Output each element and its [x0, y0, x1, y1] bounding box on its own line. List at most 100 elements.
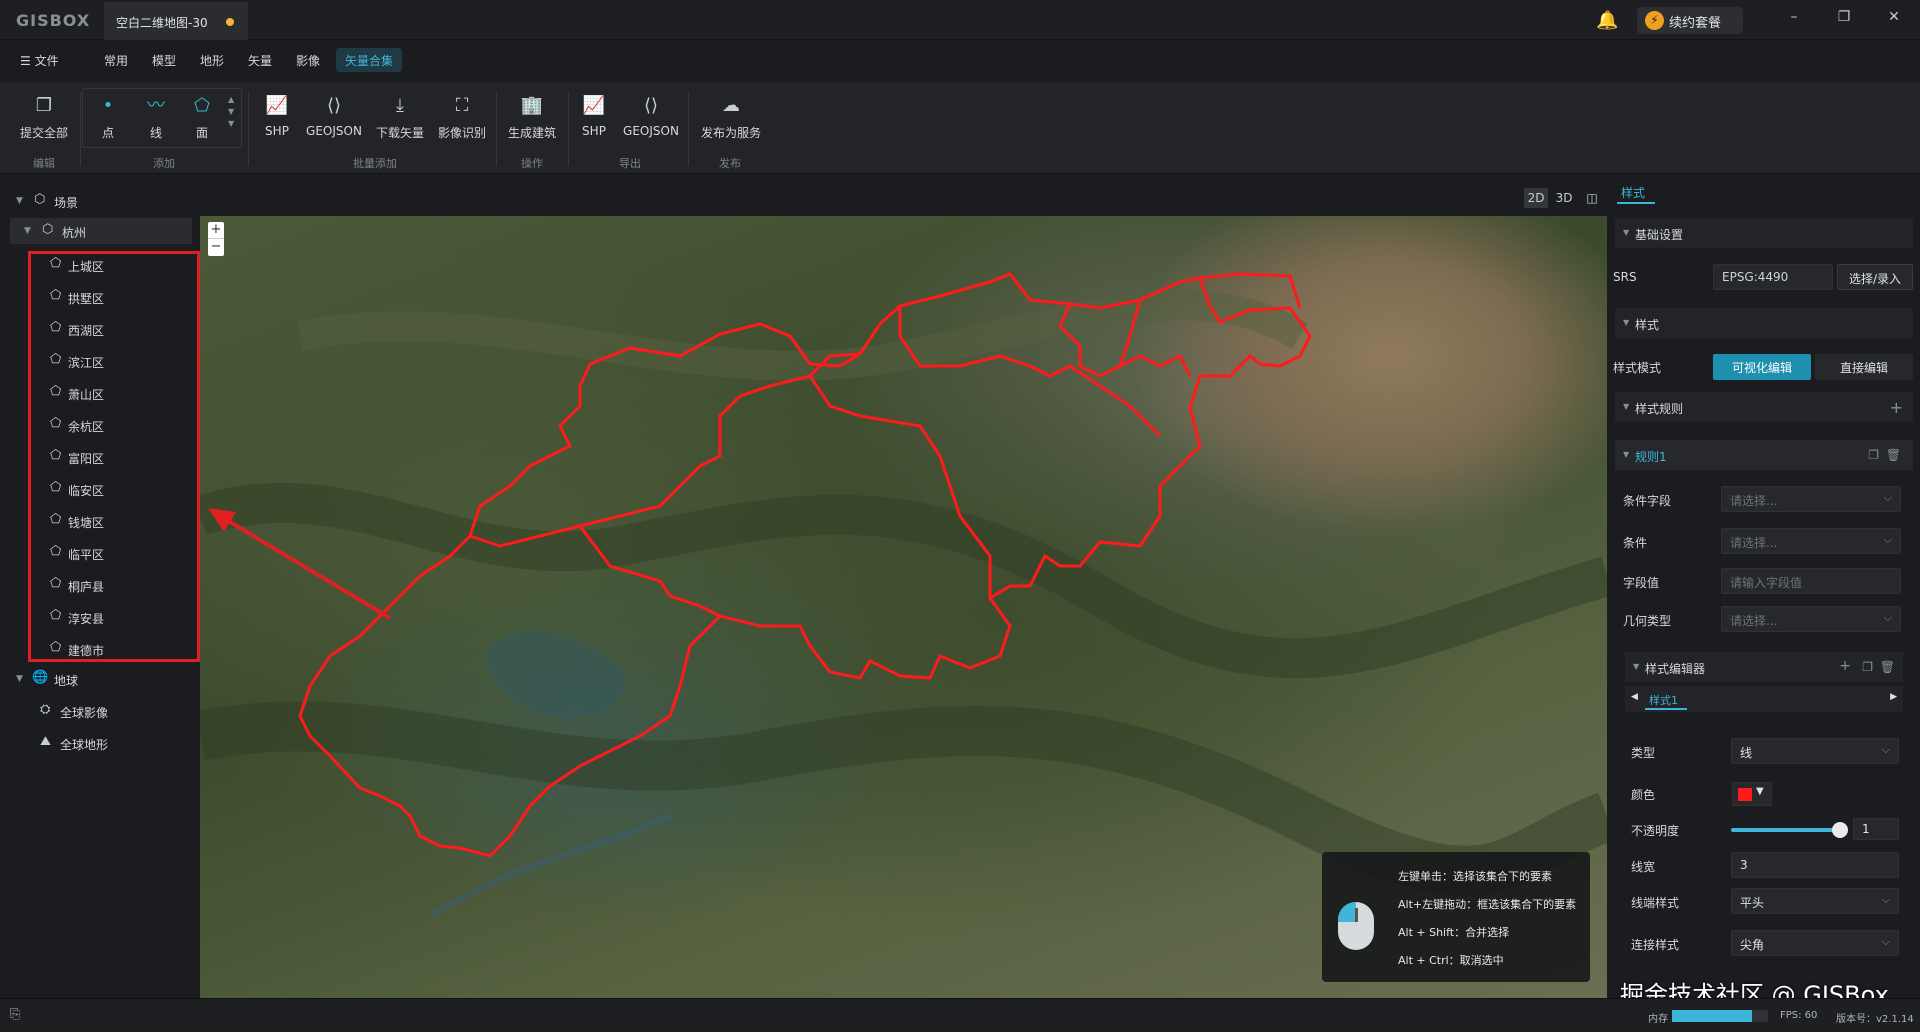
condition-label: 条件 — [1623, 536, 1648, 550]
style-panel: 样式 ▼ 基础设置 SRS EPSG:4490 选择/录入 ▼ 样式 样式模式 … — [1607, 174, 1920, 998]
ribbon-toolbar: ❐ 提交全部 编辑 • 点 〰 线 ⬠ 面 ▲ ▼ ▼ 添加 📈 SHP ⟨⟩ GE… — [0, 82, 1920, 174]
menu-image[interactable]: 影像 — [296, 52, 320, 69]
renew-plan-button[interactable]: ⚡ 续约套餐 — [1637, 7, 1743, 34]
style-tab-strip: ◀ 样式1 ▶ — [1625, 686, 1903, 712]
chart-file-icon: 📈 — [582, 95, 606, 116]
terrain-ridge — [200, 482, 1607, 679]
memory-label: 内存 — [1648, 1014, 1668, 1025]
caret-down-icon[interactable]: ▼ — [16, 196, 23, 206]
close-icon[interactable]: ✕ — [1884, 9, 1904, 29]
group-export-label: 导出 — [619, 157, 641, 170]
zoom-out-button[interactable]: − — [208, 239, 224, 256]
caret-down-icon[interactable]: ▼ — [24, 226, 31, 236]
scroll-left-icon[interactable]: ◀ — [1631, 692, 1638, 702]
publish-service-button[interactable]: ☁ 发布为服务 — [694, 94, 768, 141]
minimize-icon[interactable]: – — [1784, 9, 1804, 29]
cap-style-label: 线端样式 — [1631, 896, 1680, 910]
scroll-arrows-icon[interactable]: ▲ ▼ ▼ — [228, 94, 234, 130]
visual-edit-button[interactable]: 可视化编辑 — [1713, 354, 1811, 380]
section-basic-settings[interactable]: ▼ 基础设置 — [1615, 218, 1913, 248]
building-icon: 🏢 — [520, 95, 544, 116]
import-geojson-button[interactable]: ⟨⟩ GEOJSON — [302, 94, 366, 138]
chevron-down-icon: ⌵ — [1883, 611, 1892, 624]
copy-rule-icon[interactable]: ❐ — [1868, 448, 1879, 462]
cap-style-select[interactable]: 平头 ⌵ — [1731, 888, 1899, 914]
group-batch-add-label: 批量添加 — [353, 157, 397, 170]
field-value-input[interactable]: 请输入字段值 — [1721, 568, 1901, 594]
caret-down-icon: ▼ — [1623, 228, 1630, 237]
import-shp-button[interactable]: 📈 SHP — [248, 94, 306, 138]
tab-style-1[interactable]: 样式1 — [1649, 692, 1678, 708]
view-3d-button[interactable]: 3D — [1552, 188, 1576, 208]
color-picker[interactable]: ▼ — [1732, 782, 1772, 806]
hamburger-icon: ☰ — [20, 54, 31, 68]
submit-all-label: 提交全部 — [19, 126, 68, 140]
style-mode-label: 样式模式 — [1613, 361, 1662, 375]
opacity-input[interactable]: 1 — [1853, 818, 1899, 840]
section-style-rules[interactable]: ▼ 样式规则 + — [1615, 392, 1913, 422]
ribbon-divider — [496, 92, 497, 166]
condition-field-select[interactable]: 请选择... ⌵ — [1721, 486, 1901, 512]
srs-field[interactable]: EPSG:4490 — [1713, 264, 1833, 290]
document-tab[interactable]: 空白二维地图-30 — [104, 2, 248, 40]
menu-model[interactable]: 模型 — [152, 52, 176, 69]
type-select[interactable]: 线 ⌵ — [1731, 738, 1899, 764]
mouse-icon — [1338, 902, 1374, 950]
scroll-right-icon[interactable]: ▶ — [1890, 692, 1897, 702]
restore-icon[interactable]: ❐ — [1834, 9, 1854, 29]
bell-icon[interactable]: 🔔 — [1596, 10, 1618, 31]
log-icon[interactable]: ⎘ — [10, 1007, 20, 1022]
download-vector-button[interactable]: ⤓ 下载矢量 — [368, 94, 432, 141]
tab-style[interactable]: 样式 — [1621, 184, 1645, 201]
line-width-label: 线宽 — [1631, 860, 1656, 874]
menu-terrain[interactable]: 地形 — [200, 52, 224, 69]
terrain-ridge — [297, 290, 1308, 381]
caret-down-icon: ▼ — [1756, 786, 1764, 797]
direct-edit-button[interactable]: 直接编辑 — [1815, 354, 1913, 380]
section-style-editor[interactable]: ▼ 样式编辑器 + ❐ 🗑 — [1625, 652, 1903, 682]
zoom-in-button[interactable]: + — [208, 222, 224, 239]
line-width-input[interactable]: 3 — [1731, 852, 1899, 878]
view-2d-button[interactable]: 2D — [1524, 188, 1548, 208]
tree-node-global-terrain[interactable]: ⛰ 全球地形 — [0, 730, 200, 756]
geometry-type-select[interactable]: 请选择... ⌵ — [1721, 606, 1901, 632]
copy-style-icon[interactable]: ❐ — [1862, 660, 1873, 674]
join-style-select[interactable]: 尖角 ⌵ — [1731, 930, 1899, 956]
cube-icon: ⬡ — [42, 222, 54, 237]
image-recognition-button[interactable]: ⛶ 影像识别 — [430, 94, 494, 141]
tree-node-earth[interactable]: ▼ 🌐 地球 — [0, 666, 200, 692]
rule-1-header[interactable]: ▼ 规则1 ❐ 🗑 — [1615, 440, 1913, 470]
menu-file[interactable]: ☰ 文件 — [20, 52, 59, 69]
opacity-label: 不透明度 — [1631, 824, 1680, 838]
opacity-slider-track[interactable] — [1731, 828, 1841, 832]
delete-rule-icon[interactable]: 🗑 — [1886, 448, 1901, 462]
add-polygon-button[interactable]: ⬠ 面 — [174, 94, 230, 141]
chevron-down-icon: ⌵ — [1881, 743, 1890, 756]
export-geojson-button[interactable]: ⟨⟩ GEOJSON — [618, 94, 684, 138]
chart-file-icon: 📈 — [265, 95, 289, 116]
generate-building-button[interactable]: 🏢 生成建筑 — [500, 94, 564, 141]
delete-style-icon[interactable]: 🗑 — [1880, 660, 1895, 674]
menu-common[interactable]: 常用 — [104, 52, 128, 69]
export-shp-button[interactable]: 📈 SHP — [564, 94, 624, 138]
split-view-icon[interactable]: ◫ — [1580, 188, 1604, 208]
tree-node-scene[interactable]: ▼ ⬡ 场景 — [0, 188, 200, 214]
submit-all-button[interactable]: ❐ 提交全部 — [14, 94, 74, 141]
condition-select[interactable]: 请选择... ⌵ — [1721, 528, 1901, 554]
tree-node-hangzhou[interactable]: ▼ ⬡ 杭州 — [10, 218, 192, 244]
section-style[interactable]: ▼ 样式 — [1615, 308, 1913, 338]
import-shp-label: SHP — [265, 124, 289, 138]
add-rule-icon[interactable]: + — [1890, 398, 1903, 417]
version-readout: 版本号：v2.1.14 — [1836, 1014, 1914, 1025]
add-style-icon[interactable]: + — [1839, 658, 1851, 674]
opacity-slider-handle[interactable] — [1832, 822, 1848, 838]
condition-placeholder: 请选择... — [1730, 536, 1778, 550]
menu-bar: ☰ 文件 常用 模型 地形 矢量 影像 矢量合集 — [0, 40, 1920, 82]
srs-select-button[interactable]: 选择/录入 — [1837, 264, 1913, 290]
menu-vector-collection[interactable]: 矢量合集 — [336, 48, 402, 72]
menu-vector[interactable]: 矢量 — [248, 52, 272, 69]
group-operation-label: 操作 — [521, 157, 543, 170]
caret-down-icon[interactable]: ▼ — [16, 674, 23, 684]
lightning-icon: ⚡ — [1645, 11, 1664, 30]
tree-node-global-image[interactable]: ⛭ 全球影像 — [0, 698, 200, 724]
